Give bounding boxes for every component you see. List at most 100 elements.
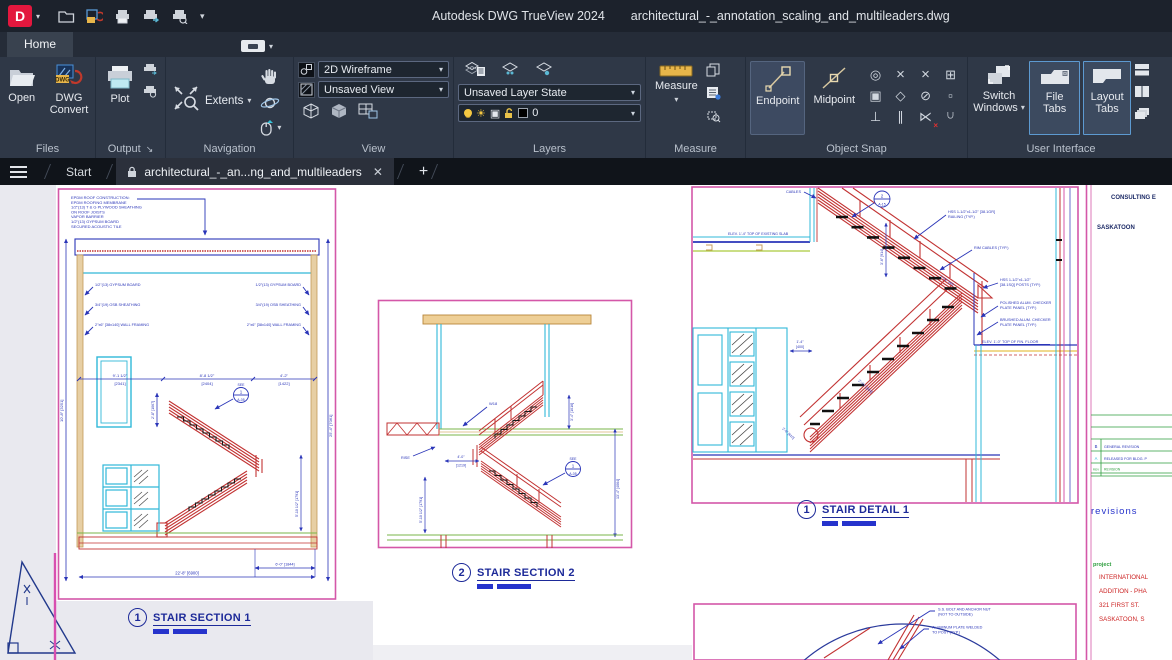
dwg-convert-button[interactable]: DWG DWG Convert (45, 61, 94, 119)
print-export-icon[interactable] (142, 9, 160, 24)
panel-navigation: Extents▾ ▾ Navigation (166, 57, 294, 158)
callout-number: 2 (452, 563, 471, 582)
osnap-parallel-icon[interactable]: ∥ (888, 106, 913, 127)
document-title: architectural_-_annotation_scaling_and_m… (631, 9, 950, 23)
panel-files: Open DWG DWG Convert Files (0, 57, 96, 158)
ribbon: Open DWG DWG Convert Files Plot (0, 57, 1172, 158)
area-query-icon[interactable] (706, 109, 721, 128)
drawing-canvas[interactable]: EPDM ROOF CONSTRUCTION:EPDM ROOFING MEMB… (0, 185, 1172, 660)
svg-text:RIM CABLES (TYP.): RIM CABLES (TYP.) (974, 246, 1009, 250)
named-view-dropdown[interactable]: Unsaved View▾ (318, 81, 449, 98)
visual-style-dropdown[interactable]: 2D Wireframe▾ (318, 61, 449, 78)
panel-launcher-icon[interactable]: ↘ (146, 144, 154, 155)
svg-text:BRUSHED ALUM. CHECKER: BRUSHED ALUM. CHECKER (1000, 318, 1051, 322)
new-tab-icon[interactable]: + (419, 163, 428, 181)
label-stair-section-2: 2 STAIR SECTION 2 (452, 563, 575, 589)
svg-text:SASKATOON, S: SASKATOON, S (1099, 616, 1145, 623)
ribbon-tab-row: Home ▾ (0, 32, 1172, 57)
dwg-convert-label: DWG (56, 92, 83, 104)
svg-text:RELEASED FOR BLDG. P: RELEASED FOR BLDG. P (1104, 457, 1148, 461)
open-folder-icon (7, 64, 37, 90)
open-file-icon[interactable] (58, 9, 75, 23)
osnap-perpendicular-icon[interactable]: ⊥ (863, 106, 888, 127)
svg-text:CONSULTING E: CONSULTING E (1111, 195, 1156, 201)
open-label: Open (8, 92, 35, 104)
sheet-stair-section-2: W18 RISE SEE 1 A-05 3'-4" [1016] (377, 299, 633, 549)
layer-on-icon[interactable] (534, 61, 554, 81)
cascade-icon[interactable] (1134, 107, 1150, 125)
scale-bar (153, 629, 251, 634)
svg-text:POLISHED ALUM. CHECKER: POLISHED ALUM. CHECKER (1000, 301, 1052, 305)
layer-dropdown[interactable]: ☀ ▣ 0 ▾ (458, 104, 641, 122)
print-icon[interactable] (114, 9, 131, 24)
close-tab-icon[interactable]: ✕ (373, 165, 383, 179)
osnap-apparent-intersection-icon[interactable]: × (913, 64, 938, 85)
zoom-mode-dropdown[interactable]: Extents▾ (205, 95, 251, 107)
quick-copy-icon[interactable] (706, 63, 721, 82)
osnap-quadrant-icon[interactable]: ◇ (888, 85, 913, 106)
osnap-midpoint-button[interactable]: Midpoint (808, 61, 860, 135)
pan-icon[interactable] (260, 68, 281, 91)
tile-vertically-icon[interactable] (1134, 85, 1150, 103)
osnap-intersection-icon[interactable]: × (888, 64, 913, 85)
tile-horizontally-icon[interactable] (1134, 63, 1150, 81)
ribbon-display-toggle[interactable]: ▾ (241, 40, 273, 52)
osnap-point-icon[interactable]: ▫ (938, 85, 963, 106)
app-title: Autodesk DWG TrueView 2024 (432, 9, 605, 23)
orbit-icon[interactable] (260, 95, 281, 116)
svg-text:HSS 1-1/2"x1-1/2" [38.1GR]: HSS 1-1/2"x1-1/2" [38.1GR] (948, 210, 995, 214)
file-tabs-label: File Tabs (1035, 91, 1074, 115)
svg-text:HSS 1-1/2"x1-1/2": HSS 1-1/2"x1-1/2" (1000, 278, 1031, 282)
osnap-tangent-icon[interactable]: ⊘ (913, 85, 938, 106)
switch-windows-button[interactable]: Switch Windows▾ (972, 61, 1026, 117)
viewport-config-icon[interactable] (358, 103, 378, 124)
osnap-node-icon[interactable]: ▣ (863, 85, 888, 106)
tab-divider (431, 164, 438, 179)
layer-properties-icon[interactable] (464, 61, 486, 81)
lock-icon (127, 166, 137, 178)
quick-properties-icon[interactable] (706, 86, 721, 105)
menu-icon[interactable] (10, 166, 27, 178)
print-preview-icon[interactable] (171, 9, 189, 24)
tab-home[interactable]: Home (7, 32, 73, 57)
label-stair-detail-1: 1 STAIR DETAIL 1 (797, 500, 909, 526)
zoom-extents-icon[interactable] (170, 82, 202, 119)
qat-dropdown-icon[interactable]: ▾ (200, 11, 205, 22)
layout-tabs-toggle[interactable]: Layout Tabs (1083, 61, 1131, 135)
label-stair-section-1: 1 STAIR SECTION 1 (128, 608, 251, 634)
svg-text:(NOT TO OUTSIDE): (NOT TO OUTSIDE) (938, 613, 973, 617)
file-tabs-icon (1038, 65, 1072, 89)
svg-text:22'-8" [6900]: 22'-8" [6900] (175, 571, 198, 576)
plot-button[interactable]: Plot (100, 61, 140, 108)
svg-text:SECURED ACOUSTIC TILE: SECURED ACOUSTIC TILE (71, 224, 122, 229)
start-tab[interactable]: Start (54, 158, 103, 185)
measure-button[interactable]: Measure ▾ (650, 61, 703, 109)
wire-cube-icon[interactable] (302, 103, 320, 124)
layer-off-icon[interactable] (500, 61, 520, 81)
svg-text:GENERAL REVISION: GENERAL REVISION (1104, 445, 1140, 449)
app-menu-button[interactable]: D ▾ (8, 5, 40, 27)
osnap-center-icon[interactable]: ◎ (863, 64, 888, 85)
svg-text:REV: REV (1093, 468, 1099, 472)
document-tab[interactable]: architectural_-_an...ng_and_multileaders… (116, 158, 394, 185)
panel-measure: Measure ▾ Measure (646, 57, 746, 158)
svg-text:[1422]: [1422] (278, 381, 289, 386)
layer-state-dropdown[interactable]: Unsaved Layer State▾ (458, 84, 641, 101)
osnap-endpoint-button[interactable]: Endpoint (750, 61, 805, 135)
batch-plot-icon[interactable] (86, 9, 103, 24)
mouse-settings-dropdown[interactable]: ▾ (260, 120, 281, 136)
svg-text:1'-4": 1'-4" (796, 340, 804, 344)
open-button[interactable]: Open (2, 61, 42, 107)
layer-viewport-icon: ▣ (490, 107, 500, 120)
svg-text:[2404]: [2404] (201, 381, 212, 386)
shaded-cube-icon[interactable] (330, 103, 348, 124)
endpoint-label: Endpoint (756, 95, 799, 107)
file-tabs-toggle[interactable]: File Tabs (1029, 61, 1080, 135)
sheet-connection-detail: S.S. BOLT AND ANCHOR NUT (NOT TO OUTSIDE… (692, 602, 1078, 660)
panel-label-user-interface: User Interface (968, 140, 1154, 158)
osnap-insertion-icon[interactable]: ⊞ (938, 64, 963, 85)
preview-mini-icon[interactable] (143, 85, 158, 103)
svg-text:[400]: [400] (796, 345, 804, 349)
batch-plot-mini-icon[interactable] (143, 63, 158, 81)
osnap-off-icon[interactable]: ∩× (938, 106, 963, 127)
